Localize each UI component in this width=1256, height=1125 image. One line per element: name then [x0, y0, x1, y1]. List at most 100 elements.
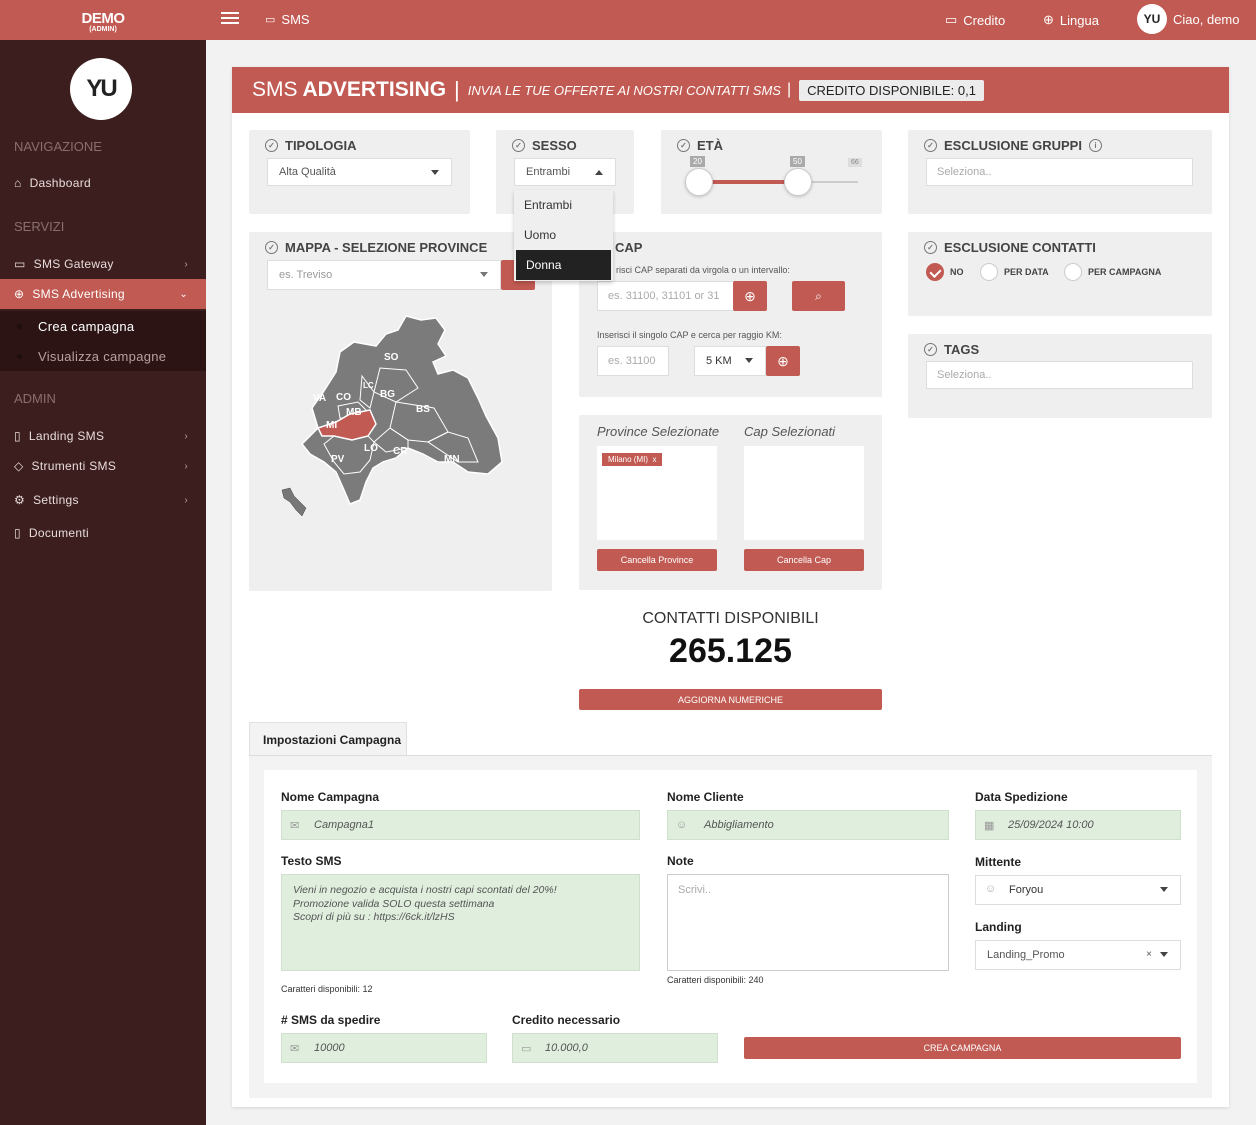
eta-max-handle[interactable]	[784, 168, 812, 196]
sidebar-subitem-crea-campagna[interactable]: Crea campagna	[0, 311, 206, 341]
brand-role: (ADMIN)	[89, 26, 117, 33]
sidebar-item-dashboard[interactable]: ⌂ Dashboard	[0, 168, 206, 198]
sidebar-logo: YU	[70, 58, 132, 120]
italy-minimap-icon	[281, 487, 307, 517]
user-menu[interactable]: YU Ciao, demo	[1137, 4, 1239, 34]
province-tag[interactable]: Milano (MI) x	[602, 453, 663, 466]
radio-per-campagna[interactable]: PER CAMPAGNA	[1064, 263, 1161, 281]
sidebar-item-sms-advertising[interactable]: ⊕ SMS Advertising ⌄	[0, 279, 206, 309]
esclusione-gruppi-title: ✓ ESCLUSIONE GRUPPI i	[924, 138, 1102, 153]
search-cap-button[interactable]: ⌕	[792, 281, 845, 311]
check-circle-icon: ✓	[265, 139, 278, 152]
sidebar-item-strumenti-sms[interactable]: ◇ Strumenti SMS ›	[0, 451, 206, 481]
tag-remove-icon[interactable]: x	[652, 455, 656, 464]
credit-card-icon: ▭	[945, 12, 958, 27]
radio-checked-icon	[926, 263, 944, 281]
map-region-lombardia[interactable]	[300, 315, 503, 505]
caret-down-icon	[745, 358, 753, 363]
input-value: 10000	[314, 1042, 345, 1054]
sms-count-input[interactable]: ✉ 10000	[281, 1033, 487, 1063]
crea-campagna-button[interactable]: CREA CAMPAGNA	[744, 1037, 1181, 1059]
caret-down-icon	[1160, 952, 1168, 957]
card-title-label: CAP	[615, 240, 643, 255]
sms-count-label: # SMS da spedire	[281, 1013, 381, 1027]
card-title-label: TAGS	[944, 342, 980, 357]
note-textarea[interactable]: Scrivi..	[667, 874, 949, 971]
province-label: SO	[384, 352, 399, 363]
page-subtitle: INVIA LE TUE OFFERTE AI NOSTRI CONTATTI …	[467, 82, 781, 98]
menu-toggle-icon[interactable]	[221, 12, 239, 26]
nome-cliente-input[interactable]: ☺ Abbigliamento	[667, 810, 949, 840]
radius-select[interactable]: 5 KM	[694, 346, 766, 376]
title-separator: |	[786, 81, 792, 98]
lingua-link[interactable]: ⊕ Lingua	[1043, 12, 1099, 28]
cap-hint-raggio: Inserisci il singolo CAP e cerca per rag…	[597, 330, 782, 340]
provincia-select[interactable]: es. Treviso	[267, 260, 501, 290]
sms-text-line: Vieni in negozio e acquista i nostri cap…	[293, 884, 557, 896]
cap-single-input[interactable]: es. 31100	[597, 346, 669, 376]
landing-label: Landing	[975, 920, 1022, 934]
sidebar-subitem-visualizza-campagne[interactable]: Visualizza campagne	[0, 341, 206, 371]
landing-select[interactable]: Landing_Promo ×	[975, 940, 1181, 970]
aggiorna-numeriche-button[interactable]: AGGIORNA NUMERICHE	[579, 689, 882, 710]
cancella-cap-button[interactable]: Cancella Cap	[744, 549, 864, 571]
chevron-down-icon: ⌄	[179, 288, 188, 300]
chevron-right-icon: ›	[184, 460, 188, 472]
cap-selezionati-box	[744, 446, 864, 540]
sesso-select[interactable]: Entrambi	[514, 158, 616, 186]
credito-link[interactable]: ▭ Credito	[945, 12, 1005, 28]
testo-sms-textarea[interactable]: Vieni in negozio e acquista i nostri cap…	[281, 874, 640, 971]
sesso-option-entrambi[interactable]: Entrambi	[514, 190, 613, 220]
info-icon[interactable]: i	[1088, 139, 1102, 152]
diamond-icon: ◇	[14, 459, 24, 473]
mappa-title: ✓ MAPPA - SELEZIONE PROVINCE	[265, 240, 487, 255]
eta-min-handle[interactable]	[685, 168, 713, 196]
cancella-province-button[interactable]: Cancella Province	[597, 549, 717, 571]
esclusione-contatti-title: ✓ ESCLUSIONE CONTATTI	[924, 240, 1096, 255]
calendar-icon: ▦	[984, 820, 995, 832]
cap-list-input[interactable]: es. 31100, 31101 or 31	[597, 281, 734, 311]
data-spedizione-label: Data Spedizione	[975, 790, 1068, 804]
province-label: MI	[326, 420, 337, 431]
brand-logo[interactable]: DEMO (ADMIN)	[0, 0, 206, 40]
page-header: SMS ADVERTISING | INVIA LE TUE OFFERTE A…	[232, 67, 1229, 113]
note-label: Note	[667, 854, 694, 868]
check-circle-icon: ✓	[677, 139, 690, 152]
tipologia-select[interactable]: Alta Qualità	[267, 158, 452, 186]
province-label: VA	[313, 393, 326, 404]
credito-necessario-input[interactable]: ▭ 10.000,0	[512, 1033, 718, 1063]
esclusione-gruppi-input[interactable]: Seleziona..	[926, 158, 1193, 186]
sesso-title: ✓ SESSO	[512, 138, 577, 153]
bullet-icon	[17, 353, 22, 359]
lombardia-map: SO VA CO LC BG MB BS MI LO CR MN PV	[281, 315, 503, 517]
clear-icon[interactable]: ×	[1146, 949, 1152, 960]
select-value: Entrambi	[526, 166, 571, 178]
sesso-option-donna[interactable]: Donna	[516, 250, 611, 280]
page-title-bold: ADVERTISING	[302, 78, 447, 101]
tipologia-title: ✓ TIPOLOGIA	[265, 138, 357, 153]
select-value: 5 KM	[706, 355, 732, 367]
sidebar-item-settings[interactable]: ⚙ Settings ›	[0, 485, 206, 515]
tags-input[interactable]: Seleziona..	[926, 361, 1193, 389]
add-cap-button[interactable]: ⊕	[733, 281, 767, 311]
radio-icon	[1064, 263, 1082, 281]
sidebar-item-documenti[interactable]: ▯ Documenti	[0, 518, 206, 548]
eta-max-tooltip: 50	[790, 156, 805, 167]
sms-link[interactable]: ▭ SMS	[265, 12, 310, 27]
nome-campagna-input[interactable]: ✉ Campagna1	[281, 810, 640, 840]
gear-icon: ⚙	[14, 493, 26, 507]
mittente-label: Mittente	[975, 855, 1021, 869]
tab-impostazioni-campagna[interactable]: Impostazioni Campagna	[249, 722, 407, 756]
globe-icon: ⊕	[1043, 12, 1054, 27]
province-selezionate-title: Province Selezionate	[597, 424, 720, 439]
sidebar-item-landing-sms[interactable]: ▯ Landing SMS ›	[0, 421, 206, 451]
radio-no[interactable]: NO	[926, 263, 964, 281]
radio-per-data[interactable]: PER DATA	[980, 263, 1049, 281]
sesso-option-uomo[interactable]: Uomo	[514, 220, 613, 250]
cap-hint-intervallo: risci CAP separati da virgola o un inter…	[616, 265, 790, 275]
add-radius-button[interactable]: ⊕	[766, 346, 800, 376]
sidebar-item-sms-gateway[interactable]: ▭ SMS Gateway ›	[0, 249, 206, 279]
data-spedizione-input[interactable]: ▦ 25/09/2024 10:00	[975, 810, 1181, 840]
mittente-select[interactable]: ☺ Foryou	[975, 875, 1181, 905]
testo-chars-counter: Caratteri disponibili: 12	[281, 984, 373, 994]
